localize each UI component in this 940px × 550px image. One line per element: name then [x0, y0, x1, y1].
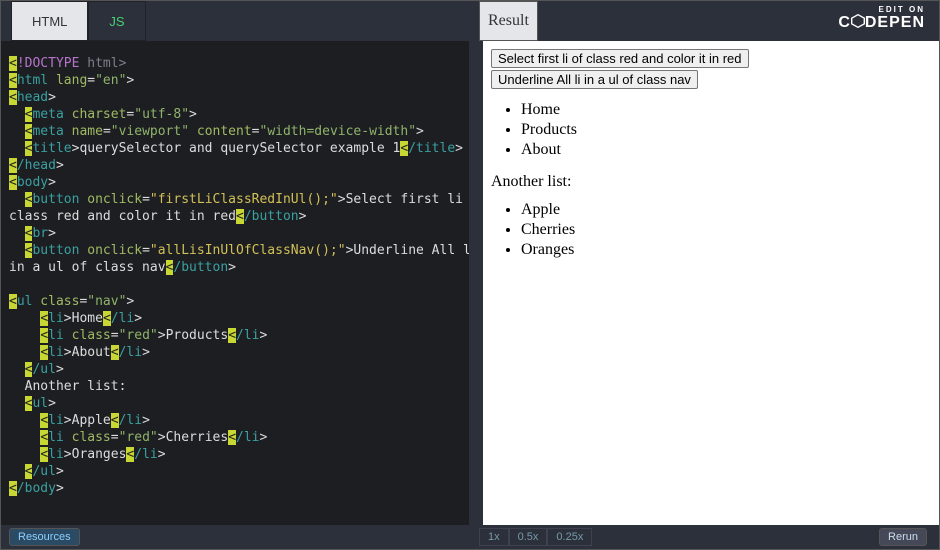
- list-item: Cherries: [521, 221, 931, 239]
- result-pane: Select first li of class red and color i…: [483, 41, 939, 525]
- speed-1x[interactable]: 1x: [479, 528, 509, 546]
- code-editor[interactable]: <!DOCTYPE html> <html lang="en"> <head> …: [1, 41, 469, 525]
- brand: EDIT ON CDEPEN: [838, 5, 925, 32]
- tab-result[interactable]: Result: [479, 1, 538, 41]
- brand-logo[interactable]: CDEPEN: [838, 14, 925, 32]
- result-tabs: Result: [479, 1, 538, 41]
- speed-025x[interactable]: 0.25x: [547, 528, 592, 546]
- result-button-2[interactable]: Underline All li in a ul of class nav: [491, 70, 698, 89]
- list-item: About: [521, 141, 931, 159]
- list-item: Home: [521, 101, 931, 119]
- top-bar: HTML JS Result EDIT ON CDEPEN: [1, 1, 939, 41]
- resources-button[interactable]: Resources: [9, 528, 80, 546]
- speed-05x[interactable]: 0.5x: [509, 528, 548, 546]
- result-button-1[interactable]: Select first li of class red and color i…: [491, 49, 749, 68]
- tab-js[interactable]: JS: [88, 1, 145, 41]
- rerun-button[interactable]: Rerun: [879, 528, 927, 546]
- footer-bar: Resources 1x 0.5x 0.25x Rerun: [1, 525, 939, 549]
- tab-html[interactable]: HTML: [11, 1, 88, 41]
- result-list-2: Apple Cherries Oranges: [521, 201, 931, 259]
- list-item: Oranges: [521, 241, 931, 259]
- editor-tabs: HTML JS: [11, 1, 146, 41]
- brand-tagline: EDIT ON: [838, 5, 925, 14]
- list-item: Apple: [521, 201, 931, 219]
- pane-divider[interactable]: [469, 41, 483, 525]
- result-list-nav: Home Products About: [521, 101, 931, 159]
- speed-controls: 1x 0.5x 0.25x: [479, 528, 592, 546]
- result-text: Another list:: [491, 173, 931, 191]
- list-item: Products: [521, 121, 931, 139]
- panes: <!DOCTYPE html> <html lang="en"> <head> …: [1, 41, 939, 525]
